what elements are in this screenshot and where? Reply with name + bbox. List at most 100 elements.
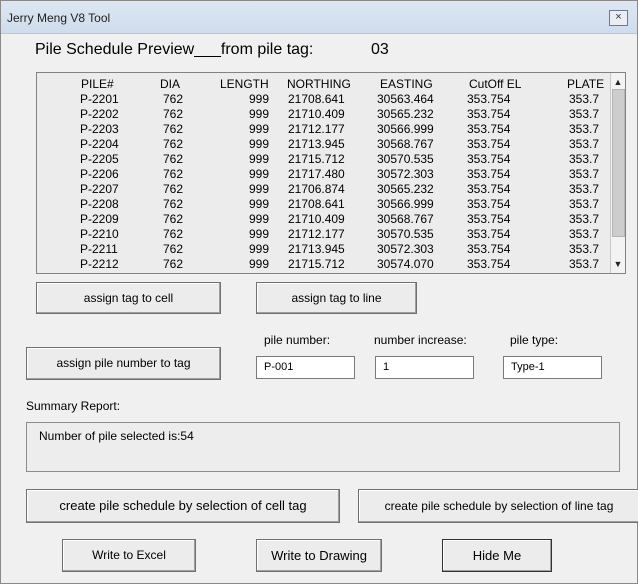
table-cell-dia: 762 (163, 137, 184, 151)
table-cell-cutoff: 353.754 (467, 152, 511, 166)
create-schedule-by-line-tag-button[interactable]: create pile schedule by selection of lin… (358, 489, 638, 523)
table-cell-northing: 21710.409 (288, 107, 345, 121)
table-cell-easting: 30563.464 (377, 92, 434, 106)
table-cell-dia: 762 (163, 92, 184, 106)
table-cell-length: 999 (248, 242, 269, 256)
table-cell-dia: 762 (163, 257, 184, 271)
table-cell-pile: P-2202 (80, 107, 119, 121)
column-header-cutoff: CutOff EL (469, 77, 522, 91)
table-cell-plate: 353.7 (569, 257, 600, 271)
table-cell-pile: P-2211 (80, 242, 118, 256)
table-cell-cutoff: 353.754 (467, 182, 511, 196)
table-cell-plate: 353.7 (569, 227, 600, 241)
table-cell-cutoff: 353.754 (467, 137, 511, 151)
scroll-down-icon[interactable]: ▼ (611, 257, 625, 271)
table-row[interactable]: P-2212 762 999 21715.712 30574.070 353.754 353… (37, 257, 611, 272)
pile-number-input[interactable]: P-001 (256, 356, 355, 379)
tool-window: Jerry Meng V8 Tool × Pile Schedule Previ… (0, 0, 638, 584)
table-cell-length: 999 (248, 212, 269, 226)
table-cell-cutoff: 353.754 (467, 107, 511, 121)
table-cell-northing: 21715.712 (288, 257, 345, 271)
table-cell-easting: 30570.535 (377, 227, 434, 241)
assign-tag-to-line-button[interactable]: assign tag to line (256, 282, 417, 314)
table-cell-pile: P-2204 (80, 137, 119, 151)
table-cell-length: 999 (248, 152, 269, 166)
summary-report-text: Number of pile selected is:54 (39, 429, 194, 443)
table-row[interactable]: P-2202 762 999 21710.409 30565.232 353.754 353… (37, 107, 611, 122)
table-cell-length: 999 (248, 257, 269, 271)
table-row[interactable]: P-2205 762 999 21715.712 30570.535 353.754 353… (37, 152, 611, 167)
summary-report-box: Number of pile selected is:54 (26, 422, 620, 472)
table-cell-dia: 762 (163, 167, 184, 181)
table-cell-pile: P-2203 (80, 122, 119, 136)
table-cell-cutoff: 353.754 (467, 242, 511, 256)
pile-number-label: pile number: (264, 333, 331, 347)
table-cell-length: 999 (248, 107, 269, 121)
column-header-easting: EASTING (380, 77, 433, 91)
number-increase-input[interactable]: 1 (375, 356, 474, 379)
table-cell-length: 999 (248, 227, 269, 241)
table-row[interactable]: P-2207 762 999 21706.874 30565.232 353.754 353… (37, 182, 611, 197)
table-row[interactable]: P-2208 762 999 21708.641 30566.999 353.754 353… (37, 197, 611, 212)
table-cell-northing: 21706.874 (288, 182, 345, 196)
table-cell-dia: 762 (163, 197, 184, 211)
table-row[interactable]: P-2211 762 999 21713.945 30572.303 353.754 353… (37, 242, 611, 257)
table-cell-plate: 353.7 (569, 197, 600, 211)
create-schedule-by-cell-tag-button[interactable]: create pile schedule by selection of cel… (26, 489, 340, 523)
table-cell-cutoff: 353.754 (467, 197, 511, 211)
assign-pile-number-button[interactable]: assign pile number to tag (26, 347, 221, 380)
hide-me-button[interactable]: Hide Me (442, 539, 552, 572)
scroll-up-icon[interactable]: ▲ (611, 75, 625, 89)
table-cell-easting: 30566.999 (377, 122, 434, 136)
write-to-drawing-button[interactable]: Write to Drawing (256, 539, 382, 572)
table-cell-northing: 21708.641 (288, 197, 345, 211)
table-cell-northing: 21712.177 (288, 122, 345, 136)
table-row[interactable]: P-2209 762 999 21710.409 30568.767 353.754 353… (37, 212, 611, 227)
preview-heading-label: Pile Schedule Preview___from pile tag: (35, 41, 314, 58)
table-cell-northing: 21717.480 (288, 167, 345, 181)
table-cell-cutoff: 353.754 (467, 257, 511, 271)
table-cell-pile: P-2201 (80, 92, 119, 106)
column-header-pile: PILE# (81, 77, 114, 91)
table-cell-cutoff: 353.754 (467, 92, 511, 106)
table-row[interactable]: P-2203 762 999 21712.177 30566.999 353.754 353… (37, 122, 611, 137)
number-increase-label: number increase: (374, 333, 467, 347)
table-cell-length: 999 (248, 167, 269, 181)
table-cell-plate: 353.7 (569, 242, 600, 256)
scroll-thumb[interactable] (612, 89, 625, 237)
table-cell-easting: 30572.303 (377, 167, 434, 181)
grid-scrollbar[interactable]: ▲ ▼ (610, 73, 625, 273)
table-cell-plate: 353.7 (569, 137, 600, 151)
pile-schedule-grid[interactable]: PILE# DIA LENGTH NORTHING EASTING CutOff… (36, 72, 626, 274)
table-cell-dia: 762 (163, 107, 184, 121)
write-to-excel-button[interactable]: Write to Excel (62, 539, 196, 572)
pile-type-label: pile type: (510, 333, 559, 347)
table-cell-pile: P-2207 (80, 182, 119, 196)
table-cell-easting: 30565.232 (377, 107, 434, 121)
table-cell-plate: 353.7 (569, 92, 600, 106)
table-cell-easting: 30568.767 (377, 137, 434, 151)
table-row[interactable]: P-2206 762 999 21717.480 30572.303 353.754 353… (37, 167, 611, 182)
column-header-northing: NORTHING (287, 77, 351, 91)
table-cell-length: 999 (248, 122, 269, 136)
table-cell-pile: P-2210 (80, 227, 119, 241)
table-cell-cutoff: 353.754 (467, 227, 511, 241)
table-row[interactable]: P-2201 762 999 21708.641 30563.464 353.754 353… (37, 92, 611, 107)
pile-type-input[interactable]: Type-1 (503, 356, 602, 379)
table-cell-dia: 762 (163, 212, 184, 226)
table-row[interactable]: P-2210 762 999 21712.177 30570.535 353.754 353… (37, 227, 611, 242)
table-cell-cutoff: 353.754 (467, 167, 511, 181)
table-row[interactable]: P-2204 762 999 21713.945 30568.767 353.754 353… (37, 137, 611, 152)
table-cell-length: 999 (248, 92, 269, 106)
table-cell-pile: P-2208 (80, 197, 119, 211)
table-cell-pile: P-2205 (80, 152, 119, 166)
table-cell-plate: 353.7 (569, 122, 600, 136)
close-icon[interactable]: × (609, 10, 628, 26)
preview-heading: Pile Schedule Preview___from pile tag: 0… (35, 41, 389, 59)
title-bar[interactable]: Jerry Meng V8 Tool × (1, 1, 637, 34)
assign-tag-to-cell-button[interactable]: assign tag to cell (36, 282, 221, 314)
table-cell-dia: 762 (163, 242, 184, 256)
column-header-dia: DIA (160, 77, 181, 91)
table-cell-northing: 21715.712 (288, 152, 345, 166)
preview-tag-value: 03 (371, 41, 389, 58)
